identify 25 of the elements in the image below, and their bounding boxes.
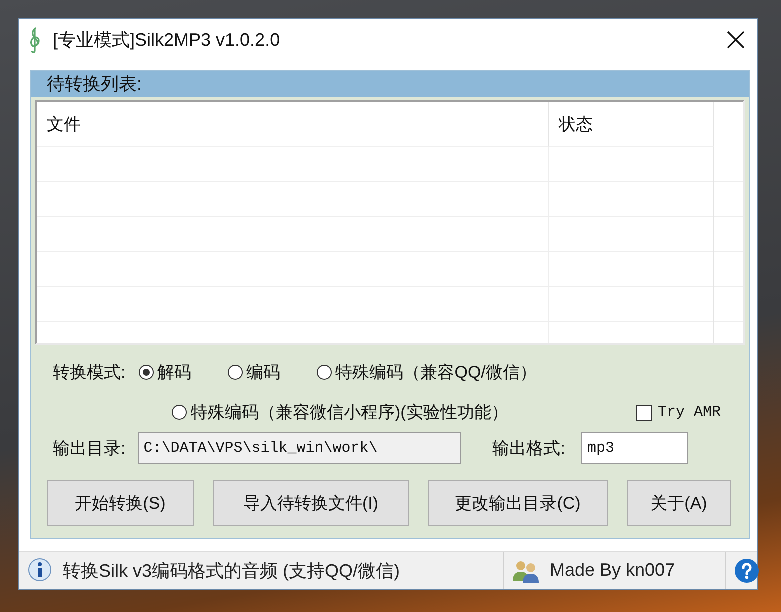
action-button[interactable]: 更改输出目录(C) — [428, 480, 608, 526]
column-header[interactable]: 文件 — [37, 102, 549, 147]
author-credit: Made By kn007 — [550, 560, 676, 581]
output-dir-field[interactable]: C:\DATA\VPS\silk_win\work\ — [138, 432, 461, 464]
radio-option[interactable]: 解码 — [138, 361, 192, 384]
window-title: [专业模式]Silk2MP3 v1.0.2.0 — [53, 28, 282, 52]
mode-label: 转换模式: — [53, 362, 126, 384]
action-button[interactable]: 导入待转换文件(I) — [213, 480, 409, 526]
users-icon — [512, 558, 540, 582]
radio-option[interactable]: 特殊编码（兼容微信小程序)(实验性功能） — [172, 401, 508, 424]
output-format-label: 输出格式: — [492, 438, 566, 460]
column-header[interactable]: 状态 — [549, 102, 714, 147]
output-dir-label: 输出目录: — [53, 438, 126, 460]
treble-clef-icon — [29, 26, 41, 52]
radio-option[interactable]: 编码 — [228, 361, 281, 384]
try-amr-checkbox[interactable]: Try AMR — [636, 404, 721, 421]
close-icon[interactable] — [727, 30, 745, 48]
help-icon[interactable] — [734, 558, 760, 584]
output-format-field[interactable]: mp3 — [581, 432, 688, 464]
info-icon — [27, 558, 53, 584]
action-button[interactable]: 关于(A) — [627, 480, 731, 526]
status-message: 转换Silk v3编码格式的音频 (支持QQ/微信) — [63, 560, 400, 582]
radio-option[interactable]: 特殊编码（兼容QQ/微信） — [316, 361, 537, 384]
action-button[interactable]: 开始转换(S) — [47, 480, 194, 526]
list-title: 待转换列表: — [47, 73, 142, 96]
